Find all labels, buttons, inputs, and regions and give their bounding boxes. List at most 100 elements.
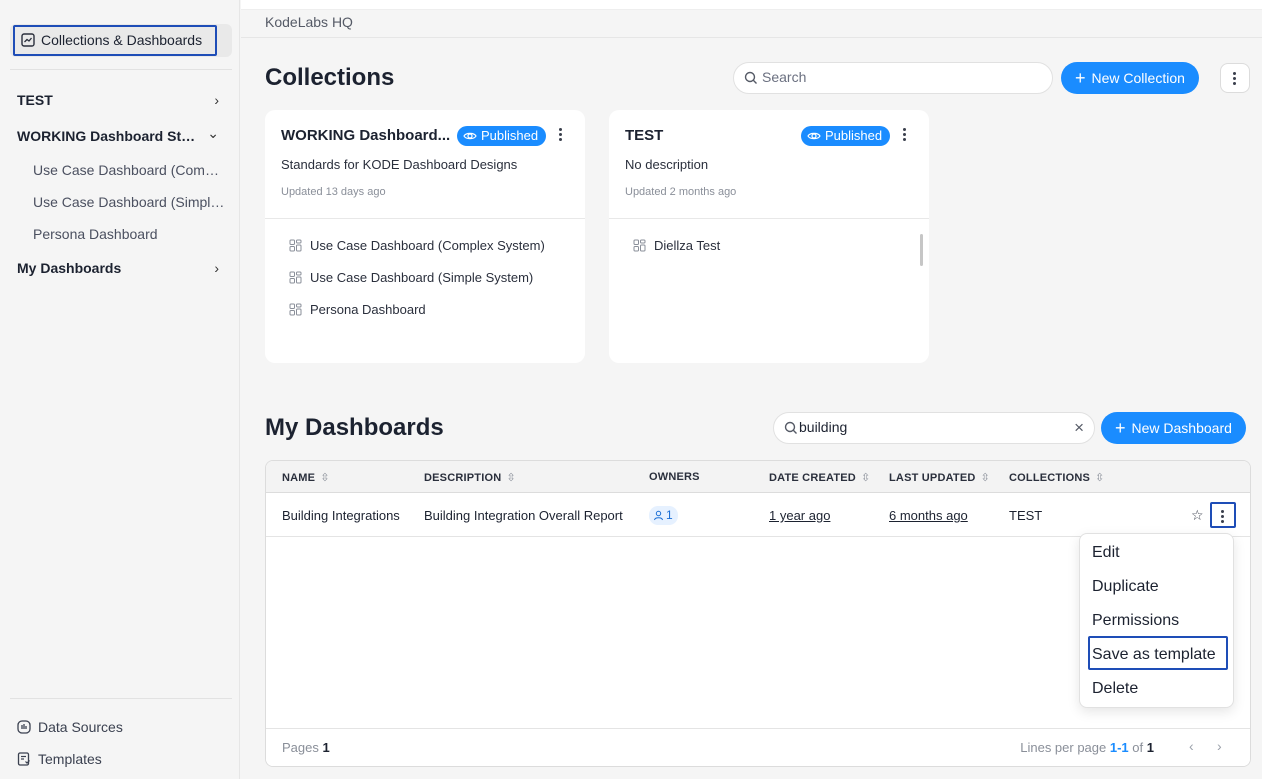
menu-item-permissions[interactable]: Permissions (1092, 612, 1179, 630)
menu-item-edit[interactable]: Edit (1092, 544, 1120, 562)
collection-card-description: No description (625, 157, 709, 172)
collection-card[interactable]: WORKING Dashboard... Published Standards… (265, 110, 585, 363)
sidebar-item-test[interactable]: TEST › (17, 92, 227, 108)
dashboards-search-input[interactable] (799, 419, 999, 435)
collection-card-description: Standards for KODE Dashboard Designs (281, 157, 518, 172)
owners-chip[interactable]: 1 (649, 506, 678, 525)
search-icon (784, 421, 797, 434)
sort-icon: ⇳ (860, 472, 871, 484)
collection-card[interactable]: TEST Published No description Updated 2 … (609, 110, 929, 363)
sort-icon: ⇳ (320, 472, 330, 484)
cell-name[interactable]: Building Integrations (282, 508, 400, 523)
new-dashboard-label: New Dashboard (1131, 420, 1232, 436)
item-label: Diellza Test (654, 238, 721, 253)
column-label: DATE CREATED (769, 472, 856, 484)
search-icon (744, 71, 757, 84)
row-more-button[interactable] (1210, 502, 1236, 528)
sidebar-item-label: Data Sources (38, 719, 123, 735)
divider (10, 69, 232, 70)
top-bar (241, 0, 1262, 10)
sort-icon: ⇳ (506, 472, 516, 484)
column-label: NAME (282, 472, 316, 484)
collections-search[interactable] (733, 62, 1053, 94)
dashboards-search[interactable]: × (773, 412, 1095, 444)
published-badge: Published (457, 126, 547, 146)
scrollbar[interactable] (920, 234, 923, 266)
breadcrumb[interactable]: KodeLabs HQ (265, 14, 353, 30)
clear-icon[interactable]: × (1074, 418, 1084, 438)
collections-title: Collections (265, 64, 395, 91)
dashboard-grid-icon (633, 239, 646, 252)
collection-dashboard-item[interactable]: Persona Dashboard (289, 302, 426, 317)
column-label: OWNERS (649, 471, 700, 483)
sidebar-item-use-case-simple[interactable]: Use Case Dashboard (Simple System) (33, 194, 225, 210)
cell-collections: TEST (1009, 508, 1043, 523)
eye-icon (807, 132, 821, 140)
chevron-right-icon: › (214, 92, 219, 108)
owners-count: 1 (666, 508, 673, 522)
dashboard-grid-icon (289, 303, 302, 316)
dashboard-grid-icon (289, 239, 302, 252)
item-label: Use Case Dashboard (Simple System) (310, 270, 534, 285)
new-dashboard-button[interactable]: + New Dashboard (1101, 412, 1246, 444)
sidebar-item-templates[interactable]: Templates (17, 751, 102, 767)
sort-icon: ⇳ (1095, 472, 1105, 484)
sidebar-item-persona-dashboard[interactable]: Persona Dashboard (33, 226, 225, 242)
dashboard-grid-icon (289, 271, 302, 284)
sidebar-item-label: TEST (17, 92, 53, 108)
column-header-name[interactable]: NAME ⇳ (282, 471, 330, 484)
item-label: Persona Dashboard (310, 302, 426, 317)
column-header-description[interactable]: DESCRIPTION ⇳ (424, 471, 516, 484)
menu-item-duplicate[interactable]: Duplicate (1092, 578, 1159, 596)
row-context-menu: Edit Duplicate Permissions Save as templ… (1079, 533, 1234, 708)
my-dashboards-title: My Dashboards (265, 414, 444, 441)
cell-last-updated[interactable]: 6 months ago (889, 508, 968, 523)
focus-outline (13, 25, 217, 56)
new-collection-button[interactable]: + New Collection (1061, 62, 1199, 94)
sidebar-item-data-sources[interactable]: Data Sources (17, 719, 123, 735)
item-label: Use Case Dashboard (Complex System) (310, 238, 545, 253)
menu-item-delete[interactable]: Delete (1092, 680, 1138, 698)
card-more-icon[interactable] (903, 128, 907, 143)
divider (241, 37, 1262, 38)
column-header-collections[interactable]: COLLECTIONS ⇳ (1009, 471, 1104, 484)
next-page-icon[interactable]: › (1217, 738, 1222, 754)
sidebar-item-my-dashboards[interactable]: My Dashboards › (17, 260, 227, 276)
collections-more-button[interactable] (1220, 63, 1250, 93)
column-label: LAST UPDATED (889, 472, 976, 484)
divider (609, 218, 929, 219)
sidebar-item-use-case-complex[interactable]: Use Case Dashboard (Complex System) (33, 162, 225, 178)
collection-dashboard-item[interactable]: Use Case Dashboard (Complex System) (289, 238, 545, 253)
table-row[interactable]: Building Integrations Building Integrati… (266, 494, 1250, 537)
chevron-right-icon: › (214, 260, 219, 276)
collections-search-input[interactable] (762, 69, 962, 85)
column-header-last-updated[interactable]: LAST UPDATED ⇳ (889, 471, 990, 484)
plus-icon: + (1075, 68, 1086, 88)
badge-label: Published (825, 128, 883, 143)
column-header-date-created[interactable]: DATE CREATED ⇳ (769, 471, 870, 484)
card-more-icon[interactable] (559, 128, 563, 143)
more-vertical-icon (1221, 510, 1225, 523)
cell-date-created[interactable]: 1 year ago (769, 508, 830, 523)
table-footer: Pages 1 Lines per page 1-1 of 1 ‹ › (266, 728, 1250, 766)
cell-description: Building Integration Overall Report (424, 508, 623, 523)
collection-dashboard-item[interactable]: Diellza Test (633, 238, 720, 253)
sidebar-item-label: My Dashboards (17, 260, 122, 276)
star-icon[interactable]: ☆ (1191, 507, 1204, 524)
column-label: COLLECTIONS (1009, 472, 1091, 484)
sidebar-item-collections-dashboards[interactable]: Collections & Dashboards (10, 24, 232, 57)
focus-outline (1088, 636, 1228, 670)
sort-icon: ⇳ (980, 472, 990, 484)
column-label: DESCRIPTION (424, 472, 502, 484)
collection-card-updated: Updated 13 days ago (281, 186, 386, 198)
prev-page-icon[interactable]: ‹ (1189, 738, 1194, 754)
new-collection-label: New Collection (1091, 70, 1185, 86)
collection-dashboard-item[interactable]: Use Case Dashboard (Simple System) (289, 270, 533, 285)
column-header-owners: OWNERS (649, 471, 700, 483)
chevron-down-icon: ⌄ (207, 125, 219, 141)
lines-per-page: Lines per page 1-1 of 1 (1020, 740, 1154, 755)
sidebar-item-working-dashboard[interactable]: WORKING Dashboard Standards ⌄ (17, 125, 227, 144)
divider (265, 218, 585, 219)
table-header: NAME ⇳ DESCRIPTION ⇳ OWNERS DATE CREATED ⇳ … (266, 461, 1250, 493)
badge-label: Published (481, 128, 539, 143)
